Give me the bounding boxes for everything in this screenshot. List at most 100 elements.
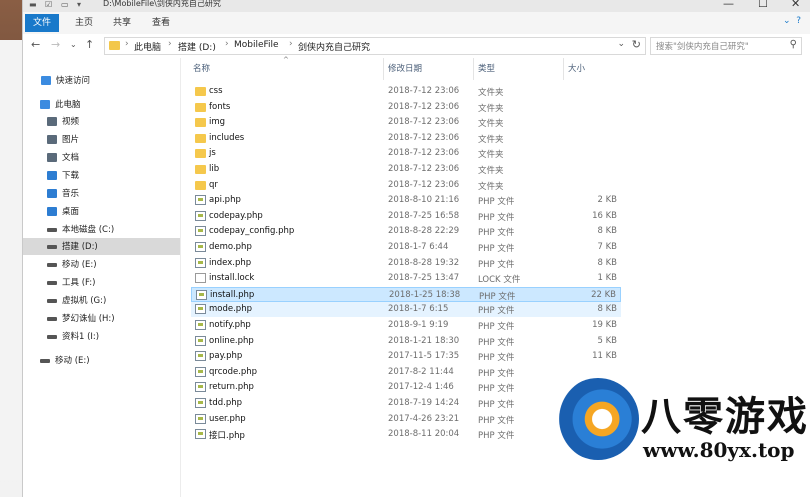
file-row[interactable]: fonts 2018-7-12 23:06 文件夹 xyxy=(191,100,621,115)
address-bar[interactable]: › 此电脑 › 搭建 (D:) › MobileFile › 剑侠内充自己研究 … xyxy=(104,37,646,55)
sidebar-item[interactable]: 本地磁盘 (C:) xyxy=(23,221,180,238)
column-header-date[interactable]: 修改日期 xyxy=(388,62,422,74)
sidebar-item[interactable]: 资料1 (I:) xyxy=(23,328,180,345)
file-row[interactable]: includes 2018-7-12 23:06 文件夹 xyxy=(191,131,621,146)
search-input[interactable] xyxy=(654,39,786,55)
php-file-icon xyxy=(195,195,206,206)
file-row[interactable]: css 2018-7-12 23:06 文件夹 xyxy=(191,84,621,99)
help-icon[interactable]: ? xyxy=(796,16,801,26)
sidebar-item[interactable]: 桌面 xyxy=(23,203,180,220)
search-icon[interactable]: ⚲ xyxy=(790,39,797,50)
column-divider[interactable] xyxy=(383,58,384,80)
file-row[interactable]: mode.php 2018-1-7 6:15 PHP 文件 8 KB xyxy=(191,302,621,318)
sidebar-item[interactable]: 文档 xyxy=(23,149,180,166)
pictures-icon xyxy=(47,135,57,144)
sidebar-item[interactable]: 移动 (E:) xyxy=(23,256,180,273)
tab-file[interactable]: 文件 xyxy=(25,14,60,32)
file-row[interactable]: install.lock 2018-7-25 13:47 LOCK 文件 1 KB xyxy=(191,271,621,286)
file-date: 2018-7-12 23:06 xyxy=(388,148,460,159)
address-dropdown-icon[interactable]: ⌄ xyxy=(617,39,625,49)
file-row[interactable]: install.php 2018-1-25 18:38 PHP 文件 22 KB xyxy=(191,286,621,302)
column-header-size[interactable]: 大小 xyxy=(568,62,585,74)
sidebar-item[interactable]: 工具 (F:) xyxy=(23,274,180,291)
back-button[interactable]: ← xyxy=(31,38,40,51)
tab-view[interactable]: 查看 xyxy=(144,16,178,30)
file-size: 11 KB xyxy=(592,351,617,362)
sidebar-item[interactable]: 搭建 (D:) xyxy=(23,238,180,255)
sidebar-item[interactable]: 此电脑 xyxy=(23,96,180,113)
minimize-button[interactable]: — xyxy=(723,0,734,10)
background-window-edge xyxy=(0,40,23,480)
file-row[interactable]: codepay.php 2018-7-25 16:58 PHP 文件 16 KB xyxy=(191,209,621,224)
sidebar-item[interactable]: 音乐 xyxy=(23,185,180,202)
column-header-type[interactable]: 类型 xyxy=(478,62,495,74)
file-name: online.php xyxy=(209,335,254,346)
breadcrumb-separator-icon[interactable]: › xyxy=(168,39,172,49)
file-name: return.php xyxy=(209,382,254,393)
sidebar-item-label: 图片 xyxy=(62,135,80,145)
column-divider[interactable] xyxy=(473,58,474,80)
sidebar-item-label: 本地磁盘 (C:) xyxy=(62,225,115,235)
php-file-icon xyxy=(195,398,206,408)
file-row[interactable]: js 2018-7-12 23:06 文件夹 xyxy=(191,146,621,161)
sidebar-item-label: 梦幻诛仙 (H:) xyxy=(62,314,115,324)
file-type: PHP 文件 xyxy=(478,212,515,223)
sidebar-item-label: 虚拟机 (G:) xyxy=(62,296,107,306)
php-file-icon xyxy=(195,210,206,221)
close-button[interactable]: ✕ xyxy=(791,0,800,10)
sort-ascending-icon: ^ xyxy=(283,56,289,64)
file-row[interactable]: codepay_config.php 2018-8-28 22:29 PHP 文件 8… xyxy=(191,224,621,239)
ribbon-controls: ⌄ ? xyxy=(783,16,801,26)
forward-button[interactable]: → xyxy=(51,38,60,51)
file-type: 文件夹 xyxy=(478,88,504,98)
refresh-icon[interactable]: ↻ xyxy=(632,38,641,51)
file-name: index.php xyxy=(209,257,252,268)
breadcrumb-drive-d[interactable]: 搭建 (D:) xyxy=(178,40,216,53)
up-button[interactable]: ↑ xyxy=(85,38,94,51)
file-date: 2018-8-28 19:32 xyxy=(388,257,460,268)
sidebar-item[interactable]: 移动 (E:) xyxy=(23,352,180,369)
file-name: qr xyxy=(209,179,218,190)
file-row[interactable]: lib 2018-7-12 23:06 文件夹 xyxy=(191,162,621,177)
column-divider[interactable] xyxy=(563,58,564,80)
breadcrumb-separator-icon[interactable]: › xyxy=(225,39,229,49)
file-row[interactable]: demo.php 2018-1-7 6:44 PHP 文件 7 KB xyxy=(191,240,621,255)
file-row[interactable]: notify.php 2018-9-1 9:19 PHP 文件 19 KB xyxy=(191,318,621,333)
file-size: 5 KB xyxy=(597,335,617,346)
tab-share[interactable]: 共享 xyxy=(105,16,139,30)
sidebar-item[interactable]: 快速访问 xyxy=(23,72,180,89)
file-row[interactable]: api.php 2018-8-10 21:16 PHP 文件 2 KB xyxy=(191,193,621,208)
breadcrumb-mobilefile[interactable]: MobileFile xyxy=(234,40,279,50)
sidebar-item[interactable]: 梦幻诛仙 (H:) xyxy=(23,310,180,327)
maximize-button[interactable]: ☐ xyxy=(758,0,768,10)
breadcrumb-current-folder[interactable]: 剑侠内充自己研究 xyxy=(298,40,370,53)
php-file-icon xyxy=(195,226,206,237)
php-file-icon xyxy=(195,413,206,424)
sidebar-item[interactable]: 下载 xyxy=(23,167,180,184)
expand-ribbon-icon[interactable]: ⌄ xyxy=(783,16,791,26)
tab-home[interactable]: 主页 xyxy=(67,16,101,30)
window-title: D:\MobileFile\剑侠内充自己研究 xyxy=(103,0,221,8)
breadcrumb-this-pc[interactable]: 此电脑 xyxy=(134,40,161,53)
search-box[interactable]: ⚲ xyxy=(650,37,802,55)
file-row[interactable]: index.php 2018-8-28 19:32 PHP 文件 8 KB xyxy=(191,256,621,271)
breadcrumb-separator-icon[interactable]: › xyxy=(289,39,293,49)
sidebar-item[interactable]: 视频 xyxy=(23,113,180,130)
sidebar-item-label: 资料1 (I:) xyxy=(62,332,100,342)
quick-access-dropdown-icon[interactable]: ▾ xyxy=(77,0,87,10)
file-row[interactable]: pay.php 2017-11-5 17:35 PHP 文件 11 KB xyxy=(191,349,621,364)
folder-icon xyxy=(195,102,206,112)
file-row[interactable]: qr 2018-7-12 23:06 文件夹 xyxy=(191,178,621,193)
recent-locations-chevron-icon[interactable]: ⌄ xyxy=(70,40,77,49)
drive-icon xyxy=(47,335,57,339)
sidebar-item[interactable]: 虚拟机 (G:) xyxy=(23,292,180,309)
navigation-bar: ← → ⌄ ↑ › 此电脑 › 搭建 (D:) › MobileFile › 剑… xyxy=(23,34,810,56)
file-row[interactable]: online.php 2018-1-21 18:30 PHP 文件 5 KB xyxy=(191,334,621,349)
properties-icon[interactable]: ☑ xyxy=(45,0,55,10)
new-folder-icon[interactable]: ▭ xyxy=(61,0,71,10)
file-size: 19 KB xyxy=(592,320,617,330)
file-row[interactable]: img 2018-7-12 23:06 文件夹 xyxy=(191,115,621,130)
breadcrumb-separator-icon[interactable]: › xyxy=(125,39,129,49)
column-header-name[interactable]: 名称 xyxy=(193,62,210,74)
sidebar-item[interactable]: 图片 xyxy=(23,131,180,148)
